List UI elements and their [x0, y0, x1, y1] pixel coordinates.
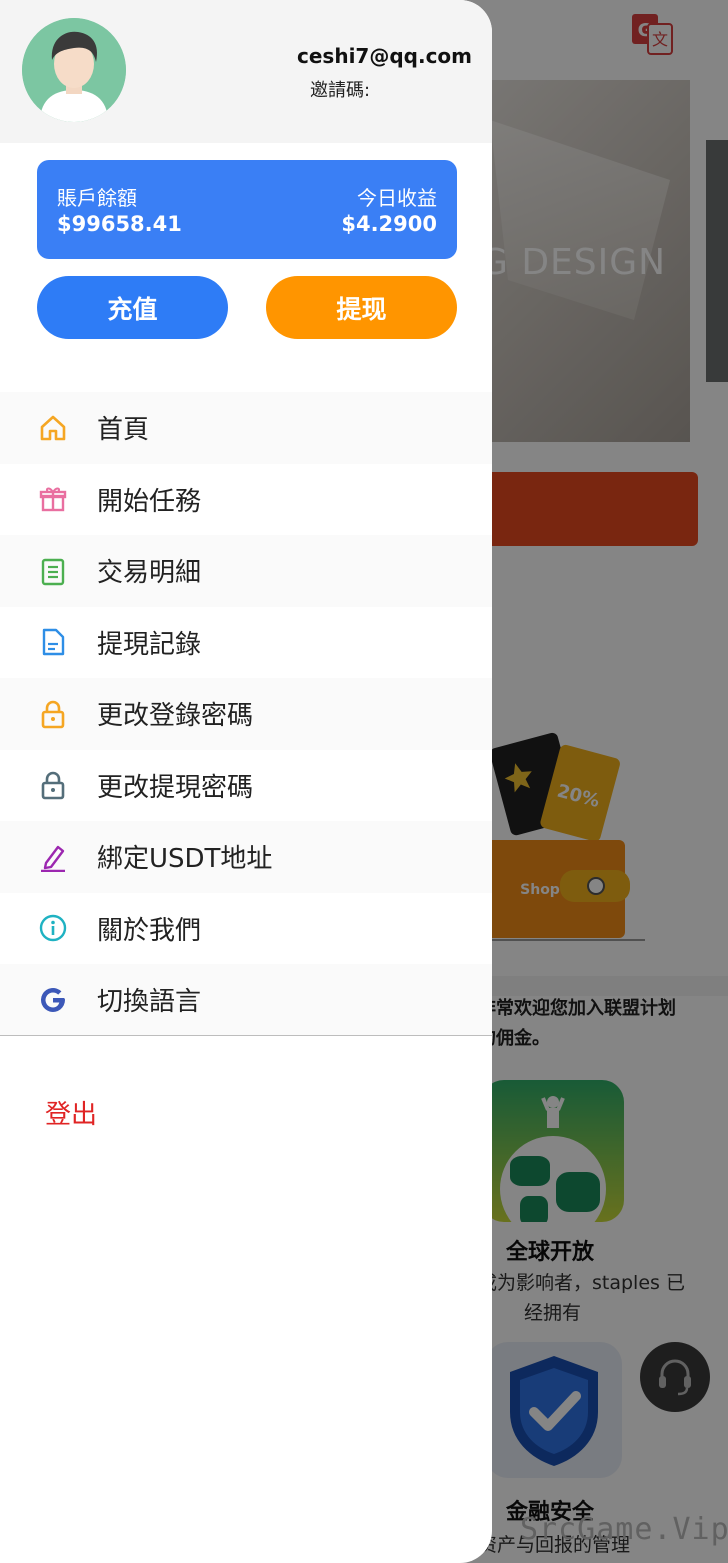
menu-item-label: 更改登錄密碼: [97, 701, 254, 732]
today-earnings-value: $4.2900: [341, 212, 437, 236]
menu-item-change-login-password[interactable]: 更改登錄密碼: [0, 678, 492, 750]
menu-item-start-task[interactable]: 開始任務: [0, 464, 492, 536]
invite-code-label: 邀請碼:: [310, 80, 371, 101]
balance-card: 賬戶餘額 $99658.41 今日收益 $4.2900: [37, 160, 457, 259]
menu-divider: [0, 1035, 492, 1036]
menu-item-about-us[interactable]: 關於我們: [0, 893, 492, 965]
menu-item-bind-usdt[interactable]: 綁定USDT地址: [0, 821, 492, 893]
info-icon: [38, 913, 68, 943]
menu-item-transactions[interactable]: 交易明細: [0, 535, 492, 607]
logout-button[interactable]: 登出: [45, 1094, 97, 1131]
drawer-menu: 首頁 開始任務 交易明細 提現記錄 更改登錄密碼 更改提現密碼 綁定USDT地址…: [0, 392, 492, 1036]
withdraw-button[interactable]: 提现: [266, 276, 457, 339]
menu-item-label: 關於我們: [97, 915, 202, 946]
avatar: [22, 18, 126, 122]
lock-icon: [38, 699, 68, 729]
menu-item-switch-language[interactable]: 切換語言: [0, 964, 492, 1036]
menu-item-label: 提現記錄: [97, 629, 202, 660]
menu-item-home[interactable]: 首頁: [0, 392, 492, 464]
menu-item-change-withdraw-password[interactable]: 更改提現密碼: [0, 750, 492, 822]
google-icon: [38, 985, 68, 1015]
menu-item-label: 交易明細: [97, 558, 202, 589]
menu-item-label: 開始任務: [97, 486, 202, 517]
home-icon: [38, 413, 68, 443]
account-balance-value: $99658.41: [57, 212, 182, 236]
menu-item-label: 首頁: [97, 415, 150, 446]
document-icon: [38, 627, 68, 657]
menu-item-withdraw-records[interactable]: 提現記錄: [0, 607, 492, 679]
menu-item-label: 切換語言: [97, 987, 202, 1018]
drawer-header: ceshi7@qq.com 邀請碼:: [0, 0, 492, 143]
recharge-button[interactable]: 充值: [37, 276, 228, 339]
menu-item-label: 更改提現密碼: [97, 772, 254, 803]
account-balance-label: 賬戶餘額: [57, 186, 137, 210]
lock-icon: [38, 770, 68, 800]
user-email: ceshi7@qq.com: [297, 44, 472, 68]
side-drawer: ceshi7@qq.com 邀請碼: 賬戶餘額 $99658.41 今日收益 $…: [0, 0, 492, 1563]
gift-icon: [38, 484, 68, 514]
clipboard-icon: [38, 556, 68, 586]
today-earnings-label: 今日收益: [357, 186, 437, 210]
pencil-icon: [38, 842, 68, 872]
menu-item-label: 綁定USDT地址: [97, 844, 273, 875]
